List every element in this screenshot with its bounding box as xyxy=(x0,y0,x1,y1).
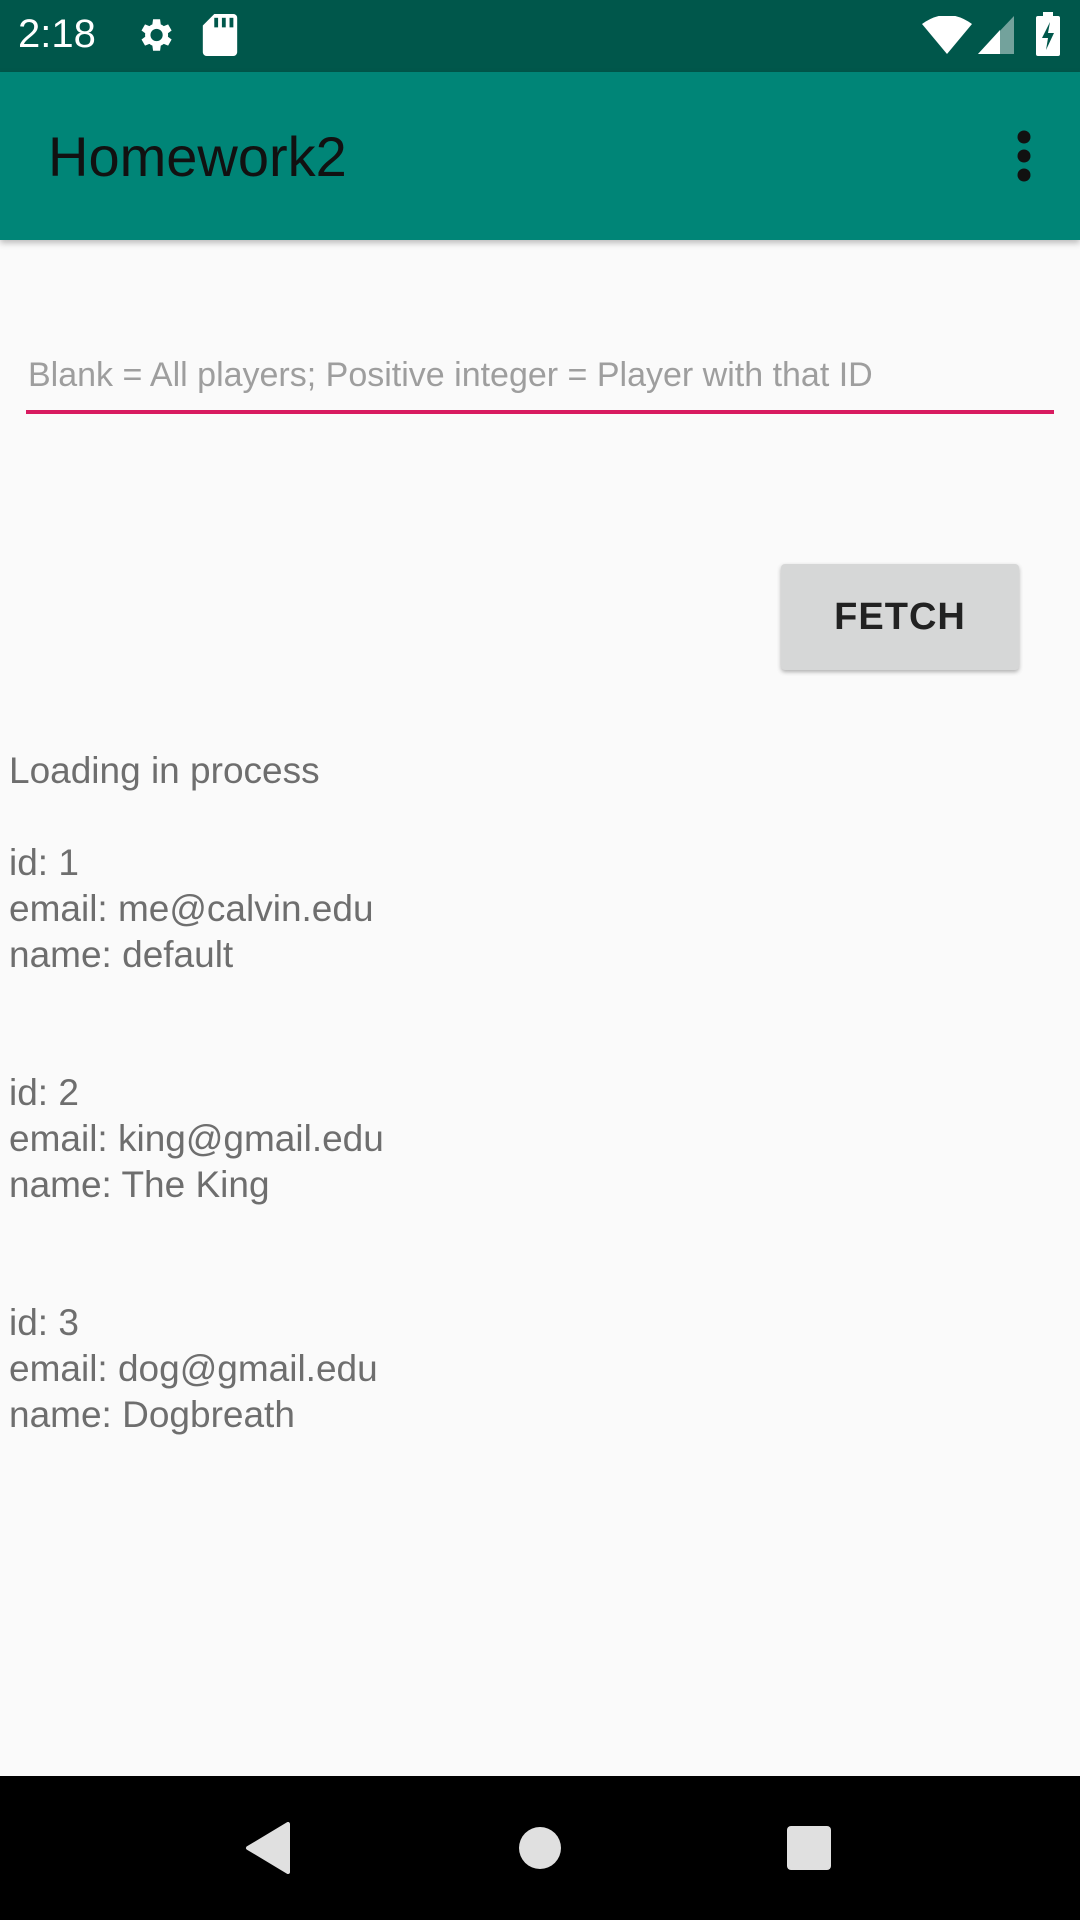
player-entry: id: 2 email: king@gmail.edu name: The Ki… xyxy=(9,1070,1069,1208)
overflow-menu-icon xyxy=(1017,130,1031,182)
player-id: id: 3 xyxy=(9,1302,79,1343)
battery-charging-icon xyxy=(1036,12,1060,61)
player-email: email: king@gmail.edu xyxy=(9,1118,384,1159)
back-button[interactable] xyxy=(218,1798,318,1898)
loading-status: Loading in process xyxy=(9,750,320,791)
player-entry: id: 3 email: dog@gmail.edu name: Dogbrea… xyxy=(9,1300,1069,1438)
signal-icon xyxy=(978,16,1014,59)
player-email: email: dog@gmail.edu xyxy=(9,1348,378,1389)
status-time: 2:18 xyxy=(18,12,96,56)
results-output: Loading in process id: 1 email: me@calvi… xyxy=(9,748,1069,1530)
home-icon xyxy=(519,1827,561,1869)
player-name: name: The King xyxy=(9,1164,270,1205)
sd-card-icon xyxy=(202,14,238,61)
recents-button[interactable] xyxy=(759,1798,859,1898)
player-id: id: 2 xyxy=(9,1072,79,1113)
gear-icon xyxy=(134,14,176,61)
player-name: name: default xyxy=(9,934,234,975)
app-title: Homework2 xyxy=(48,125,347,188)
player-email: email: me@calvin.edu xyxy=(9,888,374,929)
overflow-menu-button[interactable] xyxy=(992,116,1056,196)
player-name: name: Dogbreath xyxy=(9,1394,295,1435)
fetch-button[interactable]: FETCH xyxy=(781,564,1019,670)
navigation-bar xyxy=(0,1776,1080,1920)
status-bar: 2:18 xyxy=(0,0,1080,72)
back-icon xyxy=(246,1822,290,1874)
player-id: id: 1 xyxy=(9,842,79,883)
app-bar: Homework2 xyxy=(0,72,1080,240)
recents-icon xyxy=(787,1826,831,1870)
home-button[interactable] xyxy=(490,1798,590,1898)
player-entry: id: 1 email: me@calvin.edu name: default xyxy=(9,840,1069,978)
wifi-icon xyxy=(922,15,972,59)
player-id-input[interactable] xyxy=(26,340,1054,414)
